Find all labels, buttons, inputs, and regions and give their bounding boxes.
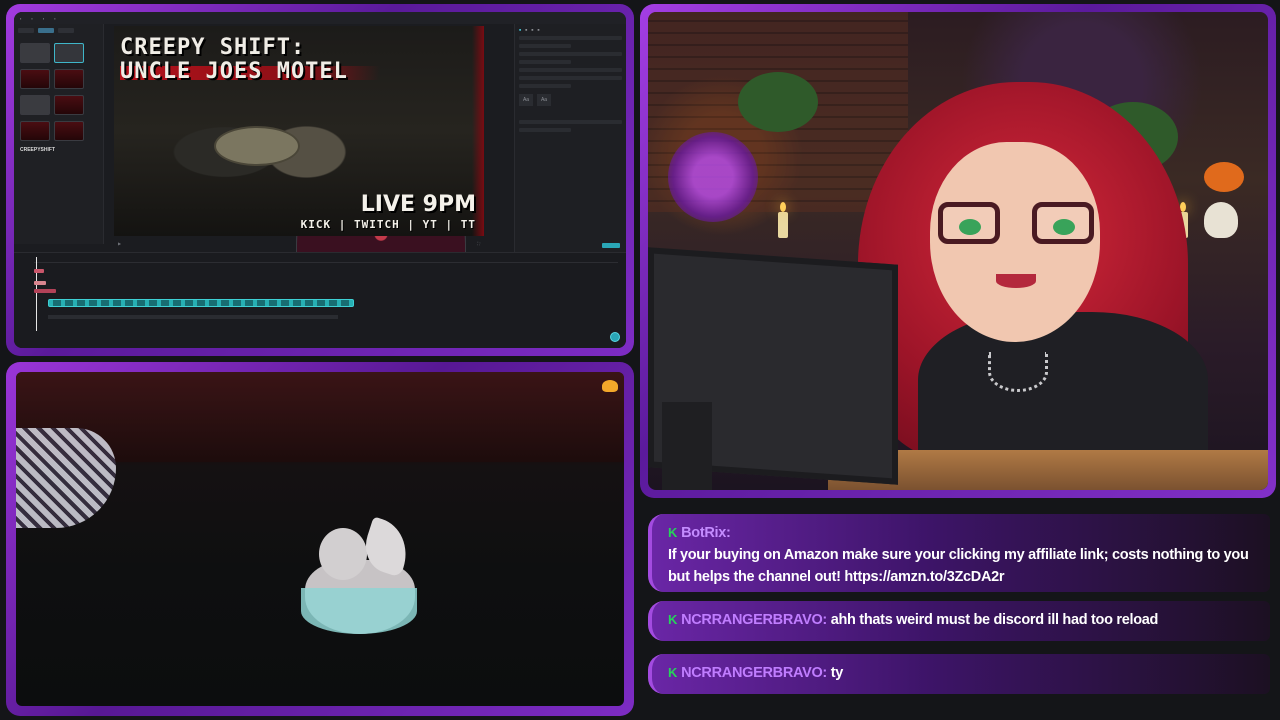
menu-dot[interactable]: ▪ (54, 16, 55, 21)
bin-tab[interactable] (18, 28, 34, 33)
chat-text: ty (830, 665, 844, 681)
chat-row: K NCRRANGERBRAVO: ahh thats weird must be… (668, 609, 1256, 631)
chat-row: K NCRRANGERBRAVO: ty (668, 662, 1256, 684)
glasses-lens-right (1032, 202, 1094, 244)
property-field[interactable] (519, 52, 622, 56)
kick-badge-icon: K (668, 612, 678, 627)
video-editor-window: ▪ ▪ ▪ ▪ CREEPYSHIFT CREEPY SHIFT: UNCLE … (14, 12, 626, 348)
motel-table (214, 126, 300, 166)
skull (1204, 202, 1238, 238)
avatar-eye (1053, 219, 1075, 235)
timeline-ruler[interactable] (34, 257, 618, 263)
timeline-clip[interactable] (34, 289, 56, 293)
text-style-preset[interactable]: Aa (519, 94, 533, 106)
chat-username: NCRRANGERBRAVO: (681, 665, 827, 681)
props-tab[interactable]: ■ (525, 28, 527, 32)
candle (778, 202, 788, 238)
timeline[interactable] (14, 252, 626, 348)
property-field[interactable] (519, 128, 571, 132)
media-thumbnail[interactable] (20, 95, 50, 115)
preview-platforms: KICK | TWITCH | YT | TT (300, 218, 476, 231)
video-preview[interactable]: CREEPY SHIFT: UNCLE JOES MOTEL LIVE 9PM … (114, 26, 484, 236)
text-style-presets: Aa Aa (519, 94, 622, 106)
properties-panel: ■ ■ ■ ■ Aa Aa (514, 24, 626, 252)
preview-title-line2: UNCLE JOES MOTEL (120, 59, 348, 84)
game-capture-frame (6, 362, 634, 716)
stream-layout: ▪ ▪ ▪ ▪ CREEPYSHIFT CREEPY SHIFT: UNCLE … (0, 0, 1280, 720)
chat-message: K NCRRANGERBRAVO: ty (648, 654, 1270, 694)
bin-tab-active[interactable] (38, 28, 54, 33)
media-thumbnail[interactable] (20, 69, 50, 89)
game-hud-icon (602, 380, 618, 392)
media-thumbnail[interactable] (54, 121, 84, 141)
timeline-track (48, 315, 338, 319)
editor-capture-frame: ▪ ▪ ▪ ▪ CREEPYSHIFT CREEPY SHIFT: UNCLE … (6, 4, 634, 356)
property-field[interactable] (519, 76, 622, 80)
media-thumbnails (14, 37, 466, 348)
avatar-necklace (988, 352, 1048, 392)
fullscreen-icon[interactable]: ⛶ (477, 241, 480, 246)
kick-badge-icon: K (668, 665, 678, 680)
avatar-glasses (938, 202, 1094, 248)
property-field[interactable] (519, 60, 571, 64)
media-thumbnail[interactable] (54, 69, 84, 89)
properties-tabs: ■ ■ ■ ■ (519, 28, 622, 32)
media-bin-label: CREEPYSHIFT (20, 147, 56, 153)
menu-dot[interactable]: ▪ (43, 16, 44, 21)
property-field[interactable] (519, 68, 622, 72)
media-bin: CREEPYSHIFT (14, 24, 466, 348)
rubber-duck (301, 516, 421, 642)
media-thumbnail[interactable] (20, 43, 50, 63)
timeline-action-button[interactable] (610, 332, 620, 342)
media-thumbnail[interactable] (54, 95, 84, 115)
export-button[interactable] (602, 243, 620, 248)
property-field[interactable] (519, 44, 571, 48)
chat-text: If your buying on Amazon make sure your … (668, 547, 1249, 585)
monitor-stand (662, 402, 712, 490)
avatar-frame (640, 4, 1276, 498)
preview-title: CREEPY SHIFT: UNCLE JOES MOTEL (120, 36, 348, 84)
cauldron-smoke (668, 132, 758, 222)
chat-header: K BotRix: (668, 522, 1256, 544)
preview-controls: ▶ ⛶ (114, 238, 484, 248)
menu-dot[interactable]: ▪ (31, 16, 32, 21)
menu-dot[interactable]: ▪ (20, 16, 21, 21)
props-tab-active[interactable]: ■ (519, 28, 521, 32)
glasses-lens-left (938, 202, 1000, 244)
editor-menu-bar: ▪ ▪ ▪ ▪ (14, 12, 626, 24)
avatar-lips (996, 274, 1036, 288)
timeline-clip[interactable] (34, 281, 46, 285)
chat-username: NCRRANGERBRAVO: (681, 612, 827, 628)
chat-text: ahh thats weird must be discord ill had … (830, 612, 1159, 628)
play-icon[interactable]: ▶ (118, 241, 121, 246)
preview-live-time: LIVE 9PM (360, 192, 476, 217)
bin-tab[interactable] (58, 28, 74, 33)
text-style-preset[interactable]: Aa (537, 94, 551, 106)
media-bin-tabs (14, 24, 103, 37)
property-field[interactable] (519, 120, 622, 124)
duck-water (301, 588, 417, 634)
timeline-clip[interactable] (34, 269, 44, 273)
chat-message: K BotRix: If your buying on Amazon make s… (648, 514, 1270, 592)
kick-badge-icon: K (668, 525, 678, 540)
chat-overlay: K BotRix: If your buying on Amazon make s… (648, 504, 1278, 716)
media-thumbnail[interactable] (20, 121, 50, 141)
avatar-eye (959, 219, 981, 235)
avatar-scene (648, 12, 1268, 490)
property-field[interactable] (519, 84, 571, 88)
chat-message: K NCRRANGERBRAVO: ahh thats weird must be… (648, 601, 1270, 641)
props-tab[interactable]: ■ (531, 28, 533, 32)
props-tab[interactable]: ■ (537, 28, 539, 32)
property-field[interactable] (519, 36, 622, 40)
game-bathtub (16, 428, 116, 528)
preview-title-line1: CREEPY SHIFT: (120, 35, 306, 60)
game-view (16, 372, 624, 706)
pumpkin (1204, 162, 1244, 192)
chat-username: BotRix: (681, 525, 731, 541)
plant (738, 72, 818, 132)
duck-head (319, 528, 367, 580)
timeline-main-clip[interactable] (48, 299, 354, 307)
media-thumbnail-selected[interactable] (54, 43, 84, 63)
